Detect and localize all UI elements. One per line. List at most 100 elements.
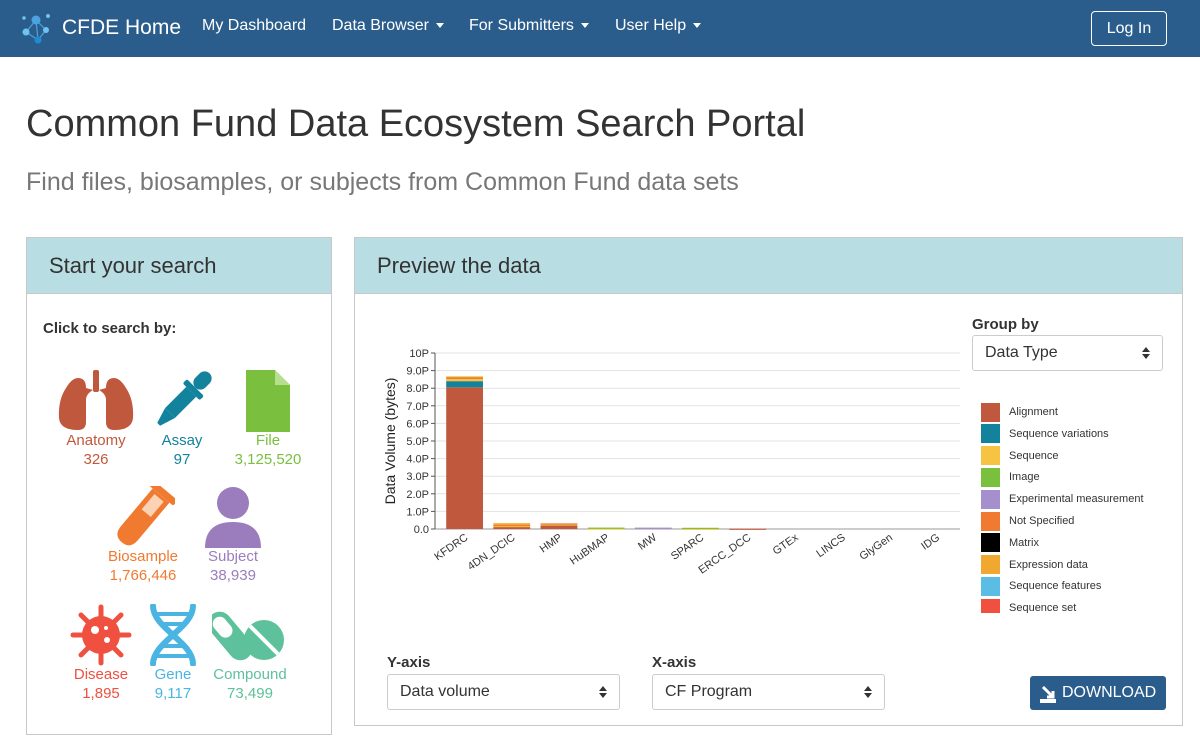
legend-label: Sequence features: [1009, 580, 1102, 593]
legend-item: Alignment: [981, 402, 1058, 422]
bar-segment: [493, 523, 531, 525]
tile-label: Subject: [207, 548, 259, 565]
search-tile-file[interactable]: File 3,125,520: [225, 370, 311, 470]
nav-user-help[interactable]: User Help: [615, 17, 702, 35]
caret-down-icon: [693, 23, 702, 29]
nav-my-dashboard[interactable]: My Dashboard: [202, 17, 306, 35]
nav-data-browser[interactable]: Data Browser: [332, 17, 444, 35]
search-tile-compound[interactable]: Compound 73,499: [207, 604, 293, 704]
x-tick-label: IDG: [919, 532, 942, 553]
tile-label: File: [255, 432, 281, 449]
bar-segment: [446, 376, 483, 378]
tile-label: Biosample: [107, 548, 179, 565]
test-tube-icon: [117, 486, 175, 546]
dropper-icon: [157, 371, 212, 426]
top-navbar: CFDE Home My Dashboard Data Browser For …: [0, 0, 1200, 57]
y-tick-label: 5.0P: [406, 436, 429, 448]
bar-segment: [634, 527, 672, 529]
x-axis-value: CF Program: [665, 683, 753, 700]
login-button[interactable]: Log In: [1091, 11, 1167, 46]
legend-swatch: [981, 446, 1000, 466]
legend-label: Sequence: [1009, 449, 1059, 462]
brand-name: CFDE Home: [62, 16, 182, 39]
x-axis-label: X-axis: [652, 654, 697, 671]
x-axis-select[interactable]: CF Program: [652, 674, 885, 710]
search-tile-gene[interactable]: Gene 9,117: [141, 604, 205, 704]
search-tile-biosample[interactable]: Biosample 1,766,446: [93, 486, 193, 586]
x-tick-label: SPARC: [669, 532, 706, 563]
bar-segment: [540, 523, 578, 525]
y-tick-label: 7.0P: [406, 401, 429, 413]
bar-segment: [493, 524, 531, 527]
download-icon: [1040, 685, 1056, 703]
nav-label: My Dashboard: [202, 17, 307, 34]
panel-heading: Preview the data: [355, 238, 1182, 294]
legend-item: Expression data: [981, 555, 1088, 575]
file-icon: [246, 370, 290, 432]
legend-swatch: [981, 424, 1000, 444]
bar-segment: [493, 526, 531, 528]
legend-item: Image: [981, 467, 1040, 487]
group-by-select[interactable]: Data Type: [972, 335, 1163, 371]
page-title: Common Fund Data Ecosystem Search Portal: [26, 103, 806, 145]
group-by-label: Group by: [972, 316, 1039, 333]
y-tick-label: 2.0P: [406, 489, 429, 501]
legend-item: Matrix: [981, 533, 1039, 553]
tile-label: Gene: [154, 666, 192, 683]
legend-label: Sequence variations: [1009, 427, 1109, 440]
x-tick-label: GTEx: [771, 531, 801, 557]
bar-segment: [587, 527, 625, 529]
legend-item: Sequence features: [981, 576, 1101, 596]
dna-icon: [150, 604, 196, 666]
legend-swatch: [981, 402, 1000, 422]
tile-label: Assay: [161, 432, 203, 449]
y-tick-label: 6.0P: [406, 418, 429, 430]
legend-label: Image: [1009, 471, 1040, 484]
nav-for-submitters[interactable]: For Submitters: [469, 17, 589, 35]
x-tick-label: ERCC_DCC: [696, 532, 753, 577]
legend-item: Not Specified: [981, 511, 1074, 531]
chart-legend: Alignment Sequence variations Sequence Imag…: [981, 402, 1171, 613]
search-tile-subject[interactable]: Subject 38,939: [193, 486, 273, 586]
tile-label: Disease: [73, 666, 129, 683]
legend-label: Sequence set: [1009, 602, 1077, 613]
page-subtitle: Find files, biosamples, or subjects from…: [26, 168, 739, 196]
x-tick-label: HuBMAP: [568, 532, 612, 568]
y-tick-label: 0.0: [414, 524, 429, 536]
legend-item: Sequence set: [981, 598, 1076, 613]
cfde-logo-icon: [22, 14, 50, 44]
y-tick-label: 10P: [409, 348, 429, 360]
bar-segment: [446, 379, 483, 382]
brand-link[interactable]: CFDE Home: [18, 6, 181, 50]
legend-swatch: [981, 555, 1000, 575]
virus-icon: [70, 604, 132, 666]
tile-count: 38,939: [210, 567, 256, 584]
download-button[interactable]: DOWNLOAD: [1030, 676, 1166, 710]
data-volume-chart: 0.0 1.0P 2.0P 3.0P 4.0P 5.0P 6.0P 7.0P 8.0P 9.0P 1…: [382, 348, 960, 577]
search-tile-anatomy[interactable]: Anatomy 326: [53, 370, 139, 470]
legend-label: Experimental measurement: [1009, 493, 1144, 506]
x-tick-label: 4DN_DCIC: [466, 532, 518, 573]
legend-swatch: [981, 511, 1000, 531]
legend-swatch: [981, 598, 1000, 613]
panel-heading: Start your search: [27, 238, 331, 294]
lungs-icon: [58, 370, 134, 430]
legend-item: Experimental measurement: [981, 489, 1144, 509]
nav-label: User Help: [615, 17, 687, 34]
select-arrows-icon: [599, 686, 607, 698]
search-tile-disease[interactable]: Disease 1,895: [61, 604, 141, 704]
search-tile-assay[interactable]: Assay 97: [144, 370, 220, 470]
y-tick-label: 4.0P: [406, 454, 429, 466]
caret-down-icon: [580, 23, 589, 29]
y-axis-select[interactable]: Data volume: [387, 674, 620, 710]
bar-segment: [446, 387, 483, 529]
tile-count: 1,895: [82, 685, 120, 702]
legend-swatch: [981, 489, 1000, 509]
tile-count: 1,766,446: [109, 567, 177, 584]
legend-label: Expression data: [1009, 558, 1088, 571]
x-tick-label: HMP: [538, 532, 565, 556]
bar-segment: [446, 381, 483, 388]
tile-count: 9,117: [154, 685, 192, 702]
select-arrows-icon: [1142, 347, 1150, 359]
y-axis-value: Data volume: [400, 683, 490, 700]
